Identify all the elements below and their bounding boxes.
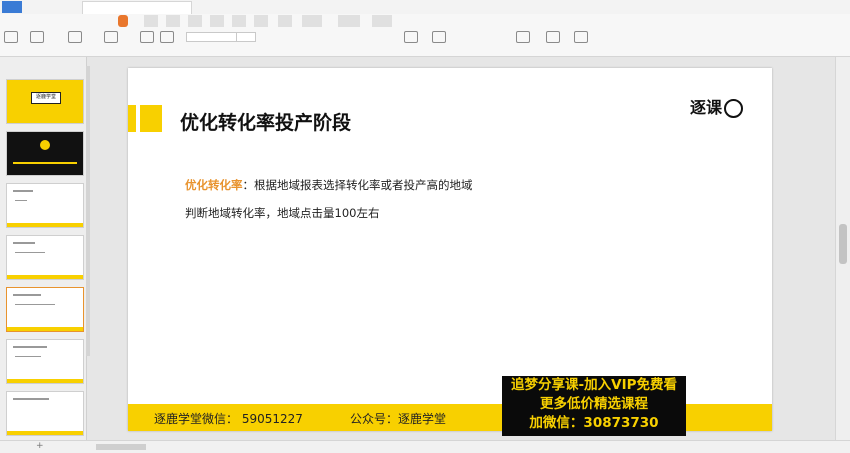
section-tool[interactable] <box>160 31 174 53</box>
footer-official-account: 公众号：逐鹿学堂 <box>350 412 447 426</box>
title-accent-bar-light <box>140 105 162 132</box>
search-menu[interactable] <box>372 15 392 27</box>
canvas-scrollbar[interactable] <box>835 57 850 440</box>
promo-line-3: 加微信：30873730 <box>529 415 659 431</box>
slide-thumbnail-7[interactable] <box>6 391 84 436</box>
thumb-line <box>13 162 77 164</box>
thumb-footer <box>7 431 83 435</box>
highlight-label: 优化转化率 <box>185 178 243 192</box>
notes-placeholder[interactable] <box>96 444 146 450</box>
presentation-tool[interactable] <box>516 31 530 53</box>
body-line-2: 判断地域转化率，地域点击量100左右 <box>185 206 380 220</box>
promo-line-1: 追梦分享课-加入VIP免费看 <box>511 377 677 393</box>
thumb-line <box>15 356 41 357</box>
promo-line-2: 更多低价精选课程 <box>540 396 648 412</box>
brand-logo: 逐课 <box>690 94 744 118</box>
menu-start[interactable] <box>118 15 128 27</box>
title-accent-bar <box>128 105 136 132</box>
paste-tool[interactable] <box>4 31 18 53</box>
thumb-line <box>13 242 35 244</box>
menu-item[interactable] <box>278 15 292 27</box>
menu-item[interactable] <box>338 15 360 27</box>
menu-item[interactable] <box>166 15 180 27</box>
new-slide-tool[interactable] <box>104 31 118 53</box>
logo-text: 逐课 <box>690 98 723 117</box>
section-icon <box>160 31 174 43</box>
new-slide-icon <box>104 31 118 43</box>
slide-thumbnail-6[interactable] <box>6 339 84 384</box>
layout-tool[interactable] <box>140 31 154 53</box>
thumb-line <box>13 398 49 400</box>
tab-spreadsheet[interactable] <box>200 1 300 13</box>
thumb-logo-icon <box>40 140 50 150</box>
new-tab-icon[interactable] <box>316 1 326 13</box>
body-line-1-text: ：根据地域报表选择转化率或者投产高的地域 <box>242 178 473 192</box>
menu-item[interactable] <box>188 15 202 27</box>
find-tool[interactable] <box>546 31 560 53</box>
ribbon-toolbar <box>0 28 850 57</box>
thumb-line <box>13 346 47 348</box>
paste-icon <box>4 31 18 43</box>
thumb-title: 逐鹿学堂 <box>35 94 56 100</box>
textbox-tool[interactable] <box>404 31 418 53</box>
find-icon <box>546 31 560 43</box>
footer-wechat: 逐鹿学堂微信： 59051227 <box>154 412 303 426</box>
menu-item[interactable] <box>210 15 224 27</box>
promo-overlay: 追梦分享课-加入VIP免费看 更多低价精选课程 加微信：30873730 <box>502 376 686 436</box>
menu-item[interactable] <box>254 15 268 27</box>
menu-item[interactable] <box>302 15 322 27</box>
add-slide-icon[interactable]: + <box>36 441 44 451</box>
play-tool[interactable] <box>68 31 82 53</box>
menu-bar <box>0 14 850 28</box>
layout-icon <box>140 31 154 43</box>
body-line-1: 优化转化率：根据地域报表选择转化率或者投产高的地域 <box>185 177 473 193</box>
thumb-footer <box>7 379 83 383</box>
shape-icon <box>432 31 446 43</box>
thumb-footer <box>7 275 83 279</box>
slide-thumbnail-1[interactable]: 逐鹿学堂 <box>6 79 84 124</box>
thumb-line <box>15 304 55 305</box>
slide-thumbnail-4[interactable] <box>6 235 84 280</box>
scrollbar-thumb[interactable] <box>839 224 847 264</box>
play-icon <box>68 31 82 43</box>
thumb-footer <box>7 223 83 227</box>
status-bar: + <box>0 440 850 453</box>
logo-circle-icon <box>724 99 744 118</box>
thumb-line <box>13 190 33 192</box>
home-tab[interactable] <box>2 1 22 13</box>
window-tab-bar <box>0 0 850 15</box>
slide-thumbnail-5[interactable] <box>6 287 84 332</box>
thumb-line <box>15 200 27 201</box>
cut-icon <box>30 31 44 43</box>
presentation-icon <box>516 31 530 43</box>
tab-presentation[interactable] <box>82 1 192 14</box>
slide-thumbnail-3[interactable] <box>6 183 84 228</box>
cut-tool[interactable] <box>30 31 44 53</box>
menu-item[interactable] <box>232 15 246 27</box>
slide-title: 优化转化率投产阶段 <box>180 112 352 134</box>
thumb-line <box>13 294 41 296</box>
slide-thumbnail-2[interactable] <box>6 131 84 176</box>
slide-thumbnail-pane: 逐鹿学堂 <box>0 57 87 440</box>
font-size-select[interactable] <box>236 32 256 42</box>
tab-template[interactable] <box>28 1 78 13</box>
textbox-icon <box>404 31 418 43</box>
thumb-footer <box>7 327 83 331</box>
select-tool[interactable] <box>574 31 588 53</box>
menu-item[interactable] <box>144 15 158 27</box>
font-family-select[interactable] <box>186 32 238 42</box>
select-icon <box>574 31 588 43</box>
thumb-line <box>15 252 45 253</box>
shape-tool[interactable] <box>432 31 446 53</box>
